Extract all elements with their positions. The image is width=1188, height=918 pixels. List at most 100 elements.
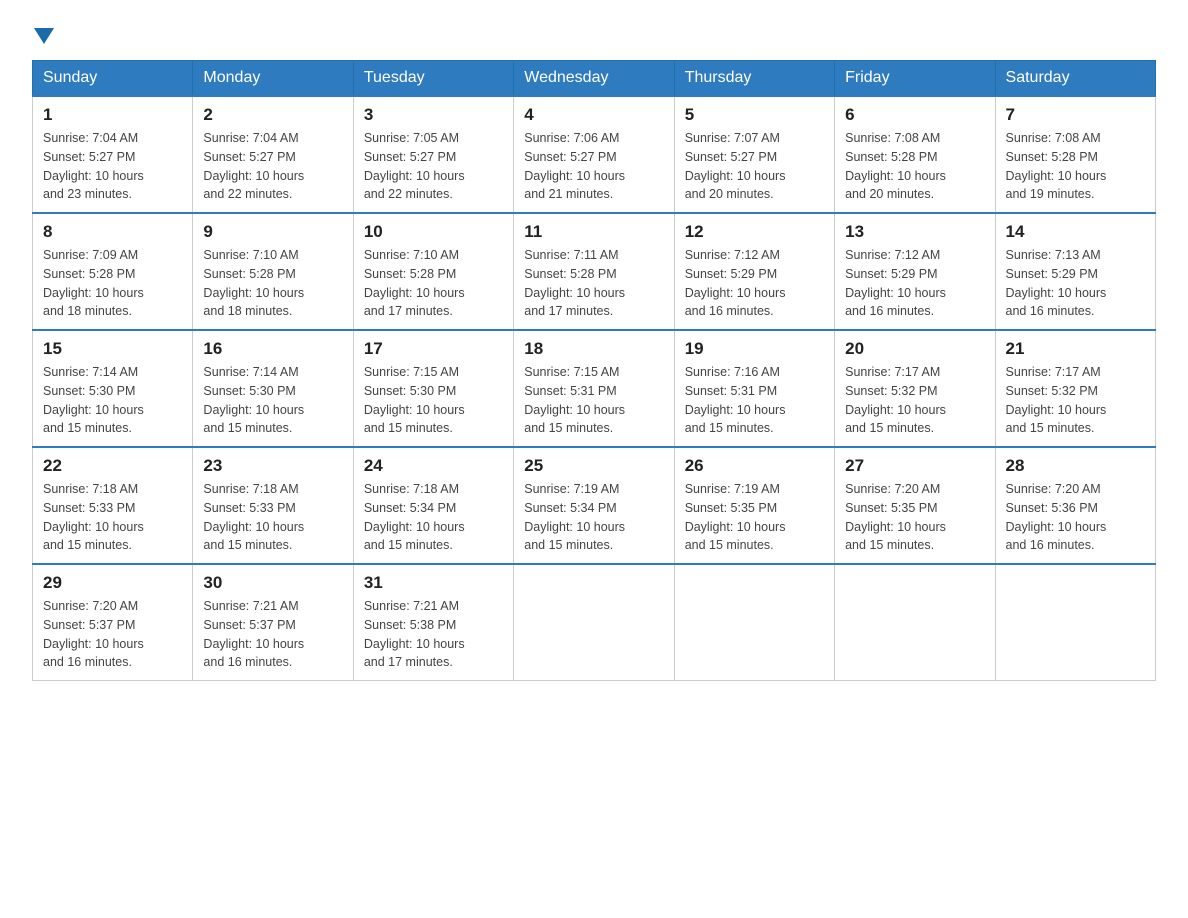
day-info: Sunrise: 7:14 AMSunset: 5:30 PMDaylight:…: [43, 363, 182, 438]
day-info: Sunrise: 7:05 AMSunset: 5:27 PMDaylight:…: [364, 129, 503, 204]
day-info: Sunrise: 7:18 AMSunset: 5:33 PMDaylight:…: [203, 480, 342, 555]
day-number: 27: [845, 456, 984, 476]
day-number: 23: [203, 456, 342, 476]
week-row-3: 15 Sunrise: 7:14 AMSunset: 5:30 PMDayligh…: [33, 330, 1156, 447]
day-number: 24: [364, 456, 503, 476]
week-row-4: 22 Sunrise: 7:18 AMSunset: 5:33 PMDayligh…: [33, 447, 1156, 564]
day-info: Sunrise: 7:18 AMSunset: 5:34 PMDaylight:…: [364, 480, 503, 555]
calendar-cell: 27 Sunrise: 7:20 AMSunset: 5:35 PMDayligh…: [835, 447, 995, 564]
day-info: Sunrise: 7:21 AMSunset: 5:37 PMDaylight:…: [203, 597, 342, 672]
calendar-cell: 12 Sunrise: 7:12 AMSunset: 5:29 PMDayligh…: [674, 213, 834, 330]
day-info: Sunrise: 7:21 AMSunset: 5:38 PMDaylight:…: [364, 597, 503, 672]
day-info: Sunrise: 7:12 AMSunset: 5:29 PMDaylight:…: [685, 246, 824, 321]
calendar-cell: 4 Sunrise: 7:06 AMSunset: 5:27 PMDaylight…: [514, 96, 674, 213]
header-sunday: Sunday: [33, 61, 193, 97]
day-number: 2: [203, 105, 342, 125]
day-number: 16: [203, 339, 342, 359]
calendar-cell: 23 Sunrise: 7:18 AMSunset: 5:33 PMDayligh…: [193, 447, 353, 564]
day-number: 10: [364, 222, 503, 242]
day-number: 6: [845, 105, 984, 125]
calendar-cell: [674, 564, 834, 681]
calendar-cell: 28 Sunrise: 7:20 AMSunset: 5:36 PMDayligh…: [995, 447, 1155, 564]
day-info: Sunrise: 7:19 AMSunset: 5:35 PMDaylight:…: [685, 480, 824, 555]
day-number: 12: [685, 222, 824, 242]
calendar-cell: 31 Sunrise: 7:21 AMSunset: 5:38 PMDayligh…: [353, 564, 513, 681]
calendar-cell: [514, 564, 674, 681]
day-info: Sunrise: 7:20 AMSunset: 5:36 PMDaylight:…: [1006, 480, 1145, 555]
header-tuesday: Tuesday: [353, 61, 513, 97]
calendar-cell: 2Sunrise: 7:04 AMSunset: 5:27 PMDaylight…: [193, 96, 353, 213]
calendar-cell: 25 Sunrise: 7:19 AMSunset: 5:34 PMDayligh…: [514, 447, 674, 564]
calendar-cell: 20 Sunrise: 7:17 AMSunset: 5:32 PMDayligh…: [835, 330, 995, 447]
day-info: Sunrise: 7:20 AMSunset: 5:37 PMDaylight:…: [43, 597, 182, 672]
day-info: Sunrise: 7:16 AMSunset: 5:31 PMDaylight:…: [685, 363, 824, 438]
day-number: 21: [1006, 339, 1145, 359]
calendar-cell: 8 Sunrise: 7:09 AMSunset: 5:28 PMDaylight…: [33, 213, 193, 330]
day-number: 4: [524, 105, 663, 125]
day-info: Sunrise: 7:12 AMSunset: 5:29 PMDaylight:…: [845, 246, 984, 321]
day-info: Sunrise: 7:20 AMSunset: 5:35 PMDaylight:…: [845, 480, 984, 555]
day-info: Sunrise: 7:06 AMSunset: 5:27 PMDaylight:…: [524, 129, 663, 204]
header-thursday: Thursday: [674, 61, 834, 97]
day-number: 29: [43, 573, 182, 593]
day-info: Sunrise: 7:08 AMSunset: 5:28 PMDaylight:…: [1006, 129, 1145, 204]
week-row-1: 1Sunrise: 7:04 AMSunset: 5:27 PMDaylight…: [33, 96, 1156, 213]
day-info: Sunrise: 7:13 AMSunset: 5:29 PMDaylight:…: [1006, 246, 1145, 321]
day-number: 13: [845, 222, 984, 242]
header-friday: Friday: [835, 61, 995, 97]
calendar-cell: 22 Sunrise: 7:18 AMSunset: 5:33 PMDayligh…: [33, 447, 193, 564]
day-number: 5: [685, 105, 824, 125]
header-saturday: Saturday: [995, 61, 1155, 97]
day-number: 14: [1006, 222, 1145, 242]
day-number: 31: [364, 573, 503, 593]
calendar-cell: 19Sunrise: 7:16 AMSunset: 5:31 PMDayligh…: [674, 330, 834, 447]
day-info: Sunrise: 7:18 AMSunset: 5:33 PMDaylight:…: [43, 480, 182, 555]
day-number: 15: [43, 339, 182, 359]
day-number: 22: [43, 456, 182, 476]
day-info: Sunrise: 7:10 AMSunset: 5:28 PMDaylight:…: [203, 246, 342, 321]
logo-arrow-icon: [34, 28, 54, 44]
day-info: Sunrise: 7:14 AMSunset: 5:30 PMDaylight:…: [203, 363, 342, 438]
day-info: Sunrise: 7:17 AMSunset: 5:32 PMDaylight:…: [1006, 363, 1145, 438]
calendar-cell: [835, 564, 995, 681]
calendar-cell: 18Sunrise: 7:15 AMSunset: 5:31 PMDayligh…: [514, 330, 674, 447]
day-number: 20: [845, 339, 984, 359]
calendar-cell: 21 Sunrise: 7:17 AMSunset: 5:32 PMDayligh…: [995, 330, 1155, 447]
day-number: 28: [1006, 456, 1145, 476]
calendar-cell: 17 Sunrise: 7:15 AMSunset: 5:30 PMDayligh…: [353, 330, 513, 447]
week-row-2: 8 Sunrise: 7:09 AMSunset: 5:28 PMDaylight…: [33, 213, 1156, 330]
day-number: 7: [1006, 105, 1145, 125]
week-row-5: 29 Sunrise: 7:20 AMSunset: 5:37 PMDayligh…: [33, 564, 1156, 681]
day-info: Sunrise: 7:09 AMSunset: 5:28 PMDaylight:…: [43, 246, 182, 321]
day-info: Sunrise: 7:15 AMSunset: 5:30 PMDaylight:…: [364, 363, 503, 438]
calendar-cell: 10Sunrise: 7:10 AMSunset: 5:28 PMDayligh…: [353, 213, 513, 330]
calendar-cell: 9 Sunrise: 7:10 AMSunset: 5:28 PMDaylight…: [193, 213, 353, 330]
day-info: Sunrise: 7:15 AMSunset: 5:31 PMDaylight:…: [524, 363, 663, 438]
calendar-header-row: SundayMondayTuesdayWednesdayThursdayFrid…: [33, 61, 1156, 97]
calendar-cell: 14 Sunrise: 7:13 AMSunset: 5:29 PMDayligh…: [995, 213, 1155, 330]
calendar-cell: 15 Sunrise: 7:14 AMSunset: 5:30 PMDayligh…: [33, 330, 193, 447]
calendar-cell: 30 Sunrise: 7:21 AMSunset: 5:37 PMDayligh…: [193, 564, 353, 681]
day-number: 30: [203, 573, 342, 593]
header-wednesday: Wednesday: [514, 61, 674, 97]
day-number: 1: [43, 105, 182, 125]
calendar-cell: 26 Sunrise: 7:19 AMSunset: 5:35 PMDayligh…: [674, 447, 834, 564]
day-number: 11: [524, 222, 663, 242]
day-info: Sunrise: 7:11 AMSunset: 5:28 PMDaylight:…: [524, 246, 663, 321]
day-number: 8: [43, 222, 182, 242]
calendar-cell: 1Sunrise: 7:04 AMSunset: 5:27 PMDaylight…: [33, 96, 193, 213]
logo: [32, 24, 54, 44]
day-number: 25: [524, 456, 663, 476]
day-info: Sunrise: 7:08 AMSunset: 5:28 PMDaylight:…: [845, 129, 984, 204]
calendar-cell: 29 Sunrise: 7:20 AMSunset: 5:37 PMDayligh…: [33, 564, 193, 681]
day-number: 26: [685, 456, 824, 476]
day-number: 9: [203, 222, 342, 242]
calendar-cell: 16 Sunrise: 7:14 AMSunset: 5:30 PMDayligh…: [193, 330, 353, 447]
calendar-cell: 13 Sunrise: 7:12 AMSunset: 5:29 PMDayligh…: [835, 213, 995, 330]
calendar-cell: [995, 564, 1155, 681]
day-info: Sunrise: 7:19 AMSunset: 5:34 PMDaylight:…: [524, 480, 663, 555]
day-info: Sunrise: 7:17 AMSunset: 5:32 PMDaylight:…: [845, 363, 984, 438]
day-number: 17: [364, 339, 503, 359]
calendar-table: SundayMondayTuesdayWednesdayThursdayFrid…: [32, 60, 1156, 681]
header-monday: Monday: [193, 61, 353, 97]
